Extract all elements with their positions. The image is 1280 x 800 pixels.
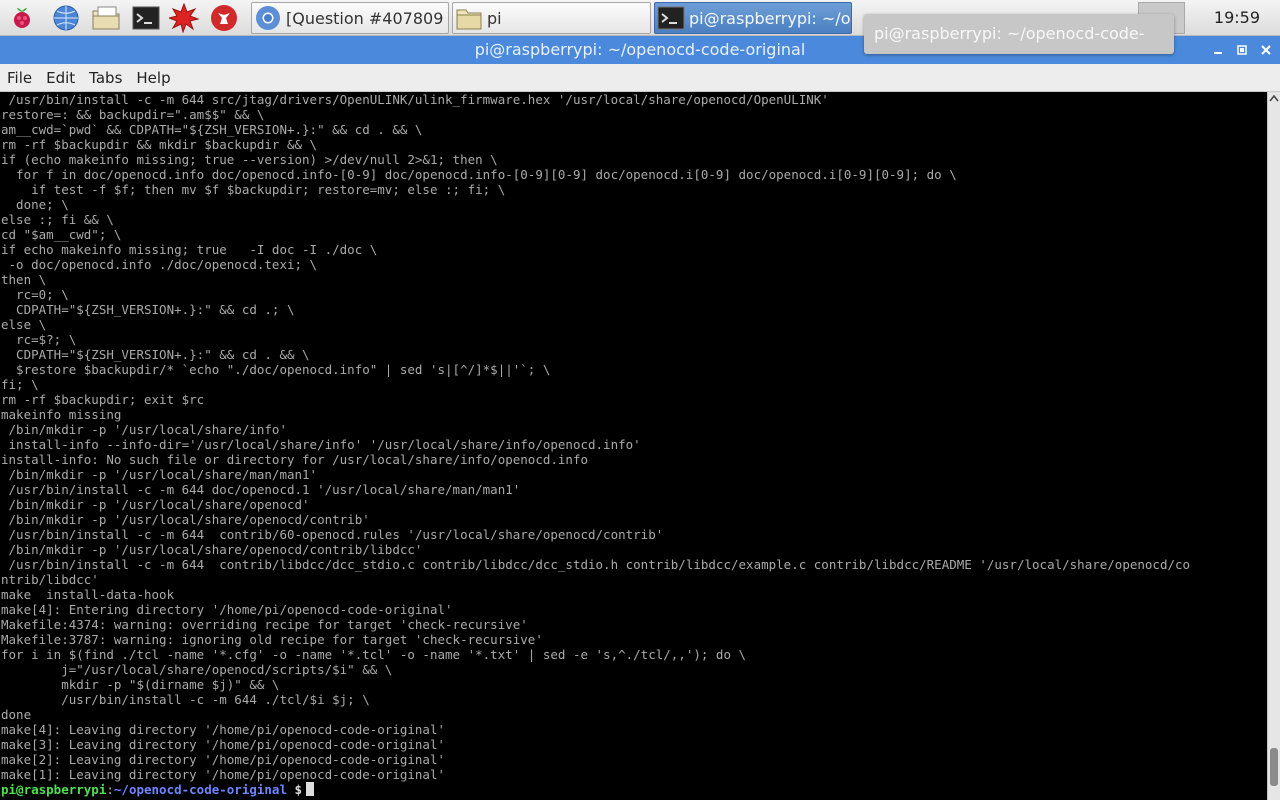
terminal-line: make[3]: Leaving directory '/home/pi/ope…	[1, 737, 446, 752]
prompt-separator: :	[106, 782, 114, 797]
tooltip: pi@raspberrypi: ~/openocd-code-original	[864, 14, 1174, 83]
terminal-line: rc=0; \	[1, 287, 69, 302]
terminal-icon	[657, 4, 685, 32]
terminal-line: rm -rf $backupdir && mkdir $backupdir &&…	[1, 137, 318, 152]
web-browser-icon[interactable]	[50, 2, 82, 34]
terminal-line: CDPATH="${ZSH_VERSION+.}:" && cd .; \	[1, 302, 295, 317]
terminal-line: fi; \	[1, 377, 39, 392]
scrollbar[interactable]	[1267, 92, 1280, 800]
terminal-line: -o doc/openocd.info ./doc/openocd.texi; …	[1, 257, 318, 272]
taskbar-item-chromium[interactable]: [Question #407809 : ...	[251, 2, 449, 34]
terminal-line: make[1]: Leaving directory '/home/pi/ope…	[1, 767, 446, 782]
terminal-line: Makefile:3787: warning: ignoring old rec…	[1, 632, 543, 647]
terminal-line: install-info: No such file or directory …	[1, 452, 588, 467]
chromium-icon	[254, 4, 282, 32]
terminal-line: else \	[1, 317, 47, 332]
terminal-line: /usr/bin/install -c -m 644 ./tcl/$i $j; …	[1, 692, 370, 707]
menu-help[interactable]: Help	[129, 64, 177, 92]
terminal-line: done	[1, 707, 32, 722]
terminal-line: make[4]: Leaving directory '/home/pi/ope…	[1, 722, 446, 737]
terminal-line: rm -rf $backupdir; exit $rc	[1, 392, 205, 407]
terminal-line: /usr/bin/install -c -m 644 contrib/60-op…	[1, 527, 664, 542]
scroll-down-arrow-icon[interactable]	[1268, 788, 1280, 800]
taskbar-item-terminal[interactable]: pi@raspberrypi: ~/op...	[654, 2, 852, 34]
text-cursor	[306, 782, 315, 796]
menu-edit[interactable]: Edit	[39, 64, 82, 92]
menu-file[interactable]: File	[0, 64, 39, 92]
terminal-line: $restore $backupdir/* `echo "./doc/openo…	[1, 362, 551, 377]
terminal-line: /bin/mkdir -p '/usr/local/share/openocd'	[1, 497, 310, 512]
taskbar-item-file-manager[interactable]: pi	[452, 2, 651, 34]
terminal-line: if (echo makeinfo missing; true --versio…	[1, 152, 498, 167]
wolfram-icon[interactable]	[208, 2, 240, 34]
terminal-line: install-info --info-dir='/usr/local/shar…	[1, 437, 641, 452]
terminal-line: j="/usr/local/share/openocd/scripts/$i" …	[1, 662, 393, 677]
prompt-user: pi@raspberrypi	[1, 782, 107, 797]
minimize-button[interactable]	[1208, 40, 1228, 60]
terminal-line: rc=$?; \	[1, 332, 77, 347]
terminal-line: am__cwd=`pwd` && CDPATH="${ZSH_VERSION+.…	[1, 122, 423, 137]
terminal-line: then \	[1, 272, 47, 287]
terminal-text: /usr/bin/install -c -m 644 src/jtag/driv…	[1, 92, 1190, 797]
terminal-line: /usr/bin/install -c -m 644 doc/openocd.1…	[1, 482, 521, 497]
terminal-line: CDPATH="${ZSH_VERSION+.}:" && cd . && \	[1, 347, 310, 362]
terminal-launcher-icon[interactable]	[130, 2, 162, 34]
terminal-line: if test -f $f; then mv $f $backupdir; re…	[1, 182, 506, 197]
terminal-line: /usr/bin/install -c -m 644 src/jtag/driv…	[1, 92, 829, 107]
menu-bar: File Edit Tabs Help	[0, 64, 1280, 92]
clock[interactable]: 19:59	[1214, 0, 1260, 36]
terminal-line: make install-data-hook	[1, 587, 175, 602]
terminal-line: for f in doc/openocd.info doc/openocd.in…	[1, 167, 957, 182]
folder-icon	[455, 4, 483, 32]
raspberry-menu-icon[interactable]	[6, 2, 38, 34]
maximize-button[interactable]	[1232, 40, 1252, 60]
prompt-symbol: $	[286, 782, 303, 797]
terminal-line: /bin/mkdir -p '/usr/local/share/info'	[1, 422, 287, 437]
scroll-thumb[interactable]	[1270, 748, 1278, 786]
taskbar-label: [Question #407809 : ...	[286, 8, 448, 28]
taskbar-label: pi@raspberrypi: ~/op...	[689, 8, 851, 28]
terminal-line: /bin/mkdir -p '/usr/local/share/openocd/…	[1, 512, 370, 527]
terminal-line: cd "$am__cwd"; \	[1, 227, 122, 242]
menu-tabs[interactable]: Tabs	[82, 64, 129, 92]
mathematica-icon[interactable]	[168, 2, 200, 34]
prompt-line[interactable]: pi@raspberrypi:~/openocd-code-original $	[1, 782, 1190, 797]
close-button[interactable]	[1256, 40, 1276, 60]
taskbar-label: pi	[487, 8, 502, 28]
terminal-line: done; \	[1, 197, 69, 212]
terminal-line: /bin/mkdir -p '/usr/local/share/man/man1…	[1, 467, 318, 482]
file-manager-icon[interactable]	[90, 2, 122, 34]
terminal-line: else :; fi && \	[1, 212, 114, 227]
terminal-line: Makefile:4374: warning: overriding recip…	[1, 617, 528, 632]
terminal-line: /usr/bin/install -c -m 644 contrib/libdc…	[1, 557, 1191, 572]
terminal-line: /bin/mkdir -p '/usr/local/share/openocd/…	[1, 542, 423, 557]
terminal-line: if echo makeinfo missing; true -I doc -I…	[1, 242, 378, 257]
terminal-line: makeinfo missing	[1, 407, 122, 422]
terminal-line: make[4]: Entering directory '/home/pi/op…	[1, 602, 453, 617]
terminal-output[interactable]: /usr/bin/install -c -m 644 src/jtag/driv…	[0, 92, 1267, 800]
terminal-line: restore=: && backupdir=".am$$" && \	[1, 107, 265, 122]
terminal-line: mkdir -p "$(dirname $j)" && \	[1, 677, 280, 692]
terminal-line: ntrib/libdcc'	[1, 572, 99, 587]
prompt-directory: ~/openocd-code-original	[113, 782, 287, 797]
terminal-line: for i in $(find ./tcl -name '*.cfg' -o -…	[1, 647, 747, 662]
scroll-up-arrow-icon[interactable]	[1268, 92, 1280, 104]
terminal-line: make[2]: Leaving directory '/home/pi/ope…	[1, 752, 446, 767]
